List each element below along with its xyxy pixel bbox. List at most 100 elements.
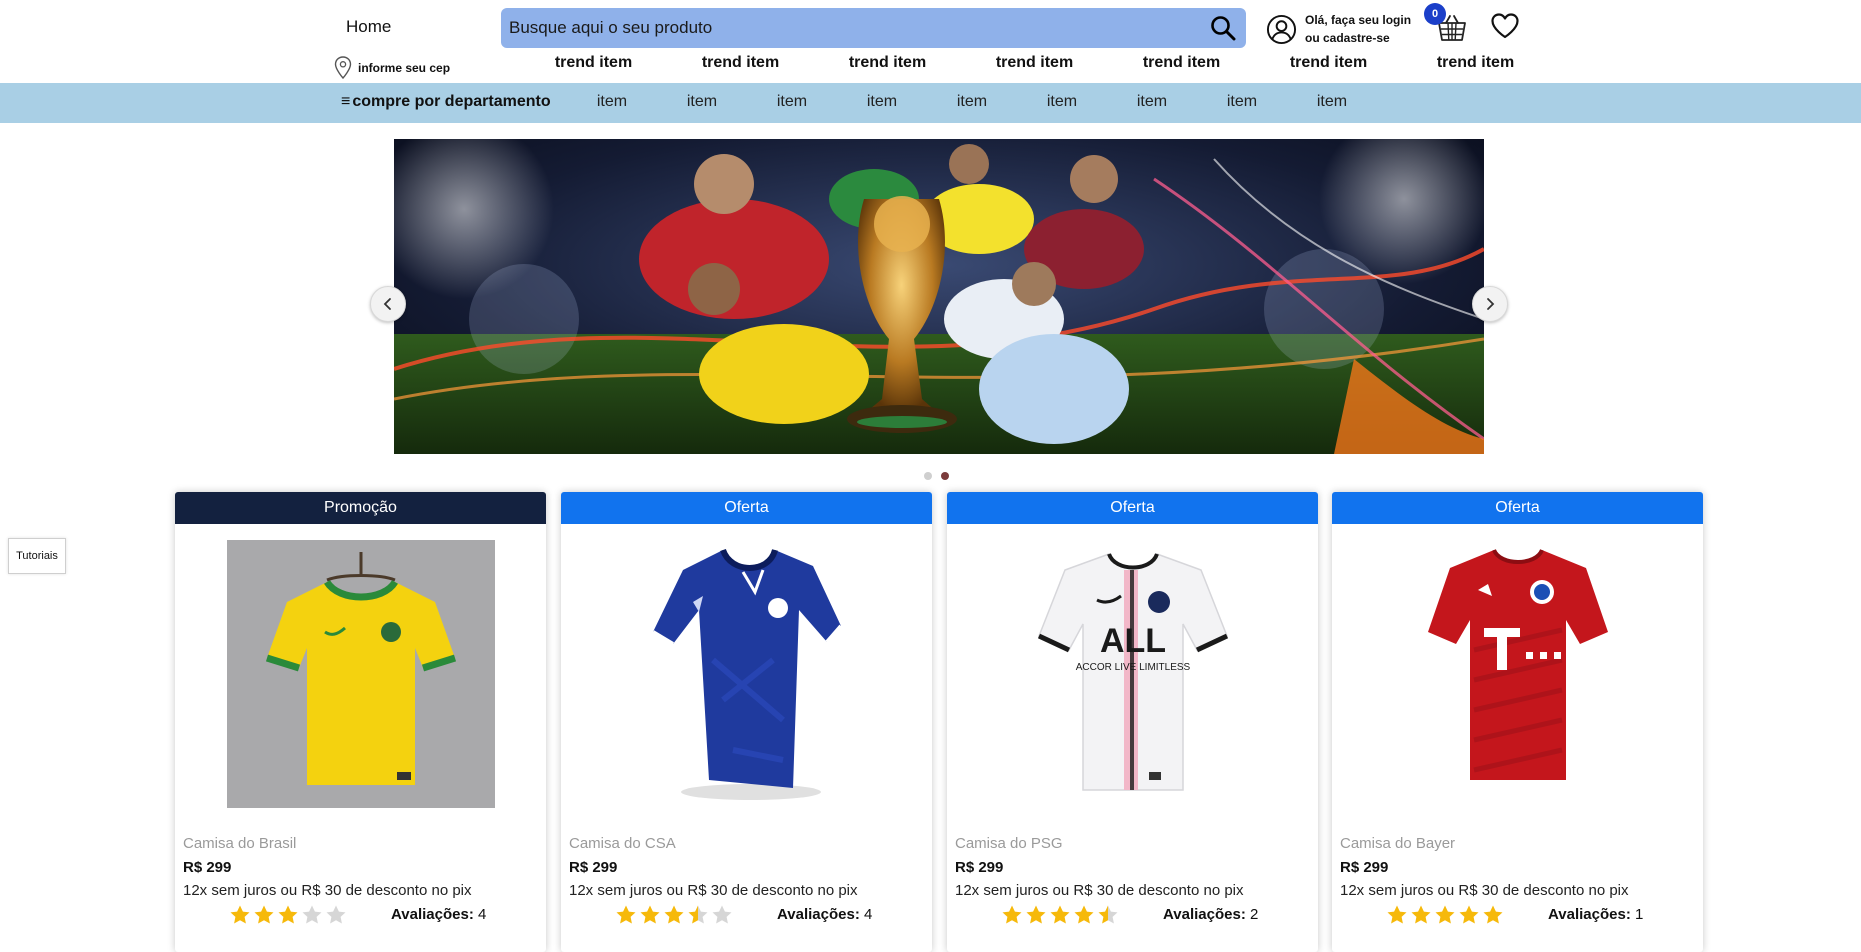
product-price: R$ 299 (955, 859, 1004, 876)
star-filled-icon (1483, 905, 1503, 924)
department-nav: item item item item item item item item … (567, 93, 1377, 111)
trend-item[interactable]: trend item (1255, 54, 1402, 72)
department-item[interactable]: item (1287, 93, 1377, 111)
department-item[interactable]: item (927, 93, 1017, 111)
login-text: Olá, faça seu login ou cadastre-se (1305, 11, 1411, 47)
cep-selector[interactable]: informe seu cep (334, 56, 450, 80)
trend-item[interactable]: trend item (961, 54, 1108, 72)
offer-badge: Oferta (947, 492, 1318, 524)
carousel-pagination (924, 472, 949, 480)
product-card[interactable]: Oferta Camisa do Bayer R$ 299 12x sem ju… (1332, 492, 1703, 952)
star-filled-icon (230, 905, 250, 924)
star-filled-icon (1050, 905, 1070, 924)
reviews-label: Avaliações: (1163, 906, 1246, 923)
star-filled-icon (664, 905, 684, 924)
offer-badge: Oferta (1332, 492, 1703, 524)
carousel-banner-image (394, 139, 1484, 454)
trend-item[interactable]: trend item (814, 54, 961, 72)
star-filled-icon (1387, 905, 1407, 924)
review-count: Avaliações: 4 (391, 906, 486, 923)
product-name[interactable]: Camisa do Brasil (183, 835, 296, 852)
login-area[interactable]: Olá, faça seu login ou cadastre-se (1266, 11, 1411, 47)
trend-item[interactable]: trend item (1108, 54, 1255, 72)
svg-text:ALL: ALL (1099, 622, 1165, 660)
product-name[interactable]: Camisa do CSA (569, 835, 676, 852)
trend-item[interactable]: trend item (1402, 54, 1549, 72)
rating-stars (1001, 904, 1119, 926)
department-menu-button[interactable]: ≡ compre por departamento (341, 93, 551, 111)
product-image[interactable] (226, 540, 495, 808)
product-image[interactable] (612, 540, 881, 808)
product-image[interactable]: ALL ACCOR LIVE LIMITLESS (998, 540, 1267, 808)
carousel-dot-active[interactable] (941, 472, 949, 480)
product-name[interactable]: Camisa do Bayer (1340, 835, 1455, 852)
star-filled-icon (1002, 905, 1022, 924)
product-price: R$ 299 (1340, 859, 1389, 876)
product-image[interactable] (1383, 540, 1652, 808)
department-label: compre por departamento (352, 93, 551, 110)
star-filled-icon (278, 905, 298, 924)
login-line-1: Olá, faça seu login (1305, 13, 1412, 27)
star-filled-icon (254, 905, 274, 924)
department-item[interactable]: item (567, 93, 657, 111)
star-filled-icon (1074, 905, 1094, 924)
rating-stars (1386, 904, 1504, 926)
rating-stars (229, 904, 347, 926)
star-half-icon (688, 905, 708, 924)
department-item[interactable]: item (657, 93, 747, 111)
product-card[interactable]: Oferta Camisa do CSA R$ 299 12x sem juro… (561, 492, 932, 952)
product-name[interactable]: Camisa do PSG (955, 835, 1063, 852)
location-pin-icon (334, 56, 352, 80)
trend-nav: trend item trend item trend item trend i… (520, 54, 1549, 72)
product-installments: 12x sem juros ou R$ 30 de desconto no pi… (1340, 882, 1629, 899)
product-card[interactable]: Oferta ALL ACCOR LIVE LIMITLESS Camisa d… (947, 492, 1318, 952)
reviews-value: 1 (1635, 906, 1644, 923)
star-empty-icon (712, 905, 732, 924)
user-icon (1266, 14, 1297, 44)
review-count: Avaliações: 2 (1163, 906, 1258, 923)
home-link[interactable]: Home (346, 17, 391, 37)
svg-text:ACCOR LIVE LIMITLESS: ACCOR LIVE LIMITLESS (1075, 662, 1190, 673)
review-count: Avaliações: 4 (777, 906, 872, 923)
product-installments: 12x sem juros ou R$ 30 de desconto no pi… (955, 882, 1244, 899)
promo-badge: Promoção (175, 492, 546, 524)
login-line-2: ou cadastre-se (1305, 31, 1390, 45)
product-price: R$ 299 (183, 859, 232, 876)
carousel-dot[interactable] (924, 472, 932, 480)
heart-icon[interactable] (1490, 12, 1520, 40)
star-filled-icon (1411, 905, 1431, 924)
search-bar (501, 8, 1246, 48)
product-installments: 12x sem juros ou R$ 30 de desconto no pi… (183, 882, 472, 899)
department-item[interactable]: item (747, 93, 837, 111)
cart-count-badge: 0 (1424, 3, 1446, 25)
star-filled-icon (616, 905, 636, 924)
offer-badge: Oferta (561, 492, 932, 524)
star-filled-icon (640, 905, 660, 924)
carousel-prev-button[interactable] (370, 286, 406, 322)
product-card[interactable]: Promoção Camisa do Brasil R$ 299 12x sem… (175, 492, 546, 952)
product-installments: 12x sem juros ou R$ 30 de desconto no pi… (569, 882, 858, 899)
trend-item[interactable]: trend item (520, 54, 667, 72)
chevron-left-icon (383, 298, 391, 310)
reviews-value: 2 (1250, 906, 1259, 923)
review-count: Avaliações: 1 (1548, 906, 1643, 923)
department-item[interactable]: item (837, 93, 927, 111)
search-input[interactable] (501, 8, 1200, 48)
search-button[interactable] (1200, 8, 1246, 48)
reviews-label: Avaliações: (777, 906, 860, 923)
cep-label: informe seu cep (358, 61, 451, 75)
reviews-label: Avaliações: (391, 906, 474, 923)
reviews-value: 4 (478, 906, 487, 923)
star-half-icon (1098, 905, 1118, 924)
department-item[interactable]: item (1197, 93, 1287, 111)
tutorials-button[interactable]: Tutoriais (8, 538, 66, 574)
star-empty-icon (302, 905, 322, 924)
department-item[interactable]: item (1017, 93, 1107, 111)
trend-item[interactable]: trend item (667, 54, 814, 72)
rating-stars (615, 904, 733, 926)
department-item[interactable]: item (1107, 93, 1197, 111)
carousel-next-button[interactable] (1472, 286, 1508, 322)
reviews-value: 4 (864, 906, 873, 923)
hamburger-menu-icon: ≡ (341, 93, 351, 110)
star-filled-icon (1435, 905, 1455, 924)
